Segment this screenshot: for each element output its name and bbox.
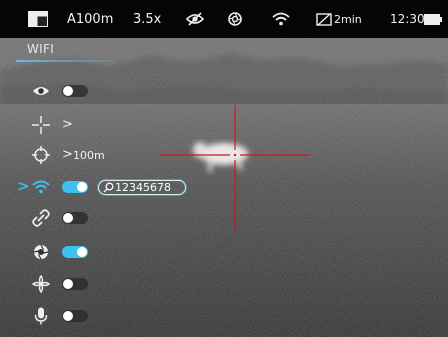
auto-off-icon — [316, 0, 332, 38]
crosshair-icon — [31, 115, 51, 135]
profile-label[interactable]: A100m — [67, 0, 113, 38]
key-icon — [103, 182, 114, 193]
wifi-password: 12345678 — [115, 181, 171, 194]
wifi-icon — [272, 0, 290, 38]
display-toggle[interactable] — [62, 85, 88, 97]
microphone-icon — [31, 306, 51, 326]
eye-off-icon — [186, 0, 204, 38]
selected-marker: > — [17, 177, 30, 195]
menu-row-aperture[interactable] — [0, 238, 200, 266]
microphone-toggle[interactable] — [62, 310, 88, 322]
eye-icon — [31, 81, 51, 101]
battery-icon — [424, 0, 442, 38]
wifi-password-field[interactable]: 12345678 — [98, 180, 186, 195]
link-toggle[interactable] — [62, 212, 88, 224]
zoom-level[interactable]: 3.5x — [133, 0, 161, 38]
link-icon — [31, 208, 51, 228]
menu-row-display[interactable] — [0, 77, 200, 105]
menu-title-underline — [16, 60, 114, 62]
wifi-icon — [31, 177, 51, 197]
auto-off-time: 2min — [334, 12, 362, 26]
menu-row-compass[interactable] — [0, 270, 200, 298]
palette-icon[interactable] — [28, 0, 48, 38]
menu-row-zeroing[interactable]: > 100m — [0, 141, 200, 169]
menu-row-reticle[interactable]: > — [0, 111, 200, 139]
compass-icon — [31, 274, 51, 294]
zeroing-distance: 100m — [73, 149, 105, 162]
clock: 12:30 — [390, 12, 425, 26]
zeroing-chevron[interactable]: > — [62, 147, 73, 162]
menu-row-link[interactable] — [0, 204, 200, 232]
aperture-icon — [31, 242, 51, 262]
reticle-chevron[interactable]: > — [62, 117, 73, 132]
target-icon — [31, 145, 51, 165]
thermal-viewfinder-screen: A100m 3.5x 2min 12:30 WIFI > > 100m > 12… — [0, 0, 448, 337]
aperture-toggle[interactable] — [62, 246, 88, 258]
menu-title: WIFI — [27, 42, 55, 56]
wifi-toggle[interactable] — [62, 181, 88, 193]
compass-toggle[interactable] — [62, 278, 88, 290]
aperture-icon — [228, 0, 242, 38]
menu-row-microphone[interactable] — [0, 302, 200, 330]
status-bar: A100m 3.5x 2min 12:30 — [0, 0, 448, 38]
